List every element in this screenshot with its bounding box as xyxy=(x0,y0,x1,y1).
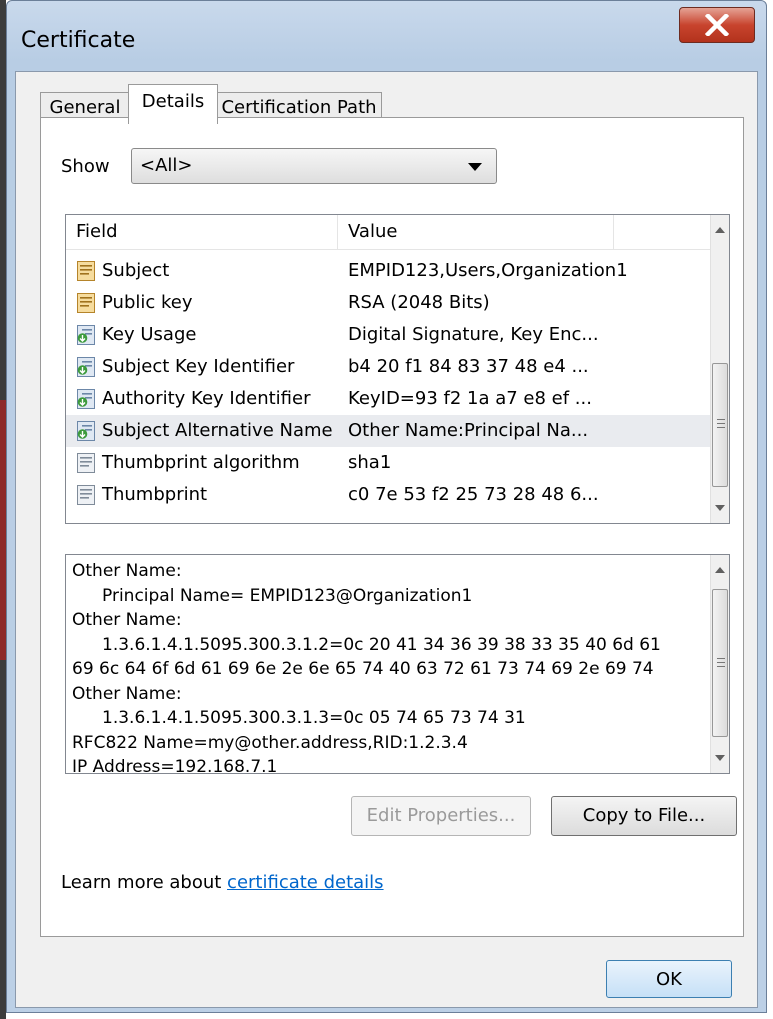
list-row-thumbprint-algorithm[interactable]: Thumbprint algorithm sha1 xyxy=(66,447,711,479)
fields-list[interactable]: Field Value Subject EMPID123,Users,Organ… xyxy=(65,214,730,524)
scrollbar-thumb[interactable] xyxy=(712,363,728,487)
certificate-dialog: Certificate General Details Certificatio… xyxy=(6,0,767,1013)
list-row-subject-key-identifier[interactable]: Subject Key Identifier b4 20 f1 84 83 37… xyxy=(66,351,711,383)
edit-properties-button[interactable]: Edit Properties... xyxy=(351,796,531,836)
detail-line: Other Name: xyxy=(72,610,182,630)
tab-general-label: General xyxy=(49,97,121,118)
certificate-field-icon xyxy=(77,293,95,313)
chevron-down-icon xyxy=(468,163,482,171)
scrollbar-thumb[interactable] xyxy=(712,589,728,737)
detail-line: RFC822 Name=my@other.address,RID:1.2.3.4 xyxy=(72,732,468,753)
show-dropdown[interactable]: <All> xyxy=(131,148,497,184)
detail-line: Principal Name= EMPID123@Organization1 xyxy=(102,585,473,606)
certificate-details-link[interactable]: certificate details xyxy=(227,872,384,893)
show-label: Show xyxy=(61,156,110,177)
scroll-up-arrow-icon[interactable] xyxy=(715,227,725,233)
field-name: Thumbprint algorithm xyxy=(102,452,300,473)
show-dropdown-value: <All> xyxy=(140,155,193,176)
field-name: Public key xyxy=(102,292,193,313)
details-panel: Show <All> Field Value Subject EMPID123,… xyxy=(40,117,744,937)
field-value: b4 20 f1 84 83 37 48 e4 ... xyxy=(348,356,589,377)
ok-button[interactable]: OK xyxy=(606,960,732,998)
property-icon xyxy=(77,485,95,505)
tab-details-label: Details xyxy=(141,91,205,112)
close-icon xyxy=(705,14,729,36)
grip-line xyxy=(717,427,725,428)
extension-icon xyxy=(77,325,95,345)
list-row-key-usage[interactable]: Key Usage Digital Signature, Key Enc... xyxy=(66,319,711,351)
list-row-subject[interactable]: Subject EMPID123,Users,Organization1 xyxy=(66,255,711,287)
tab-details[interactable]: Details xyxy=(128,84,218,124)
field-value: EMPID123,Users,Organization1 xyxy=(348,260,628,281)
field-value: RSA (2048 Bits) xyxy=(348,292,490,313)
field-name: Key Usage xyxy=(102,324,197,345)
copy-to-file-button[interactable]: Copy to File... xyxy=(551,796,737,836)
list-row-authority-key-identifier[interactable]: Authority Key Identifier KeyID=93 f2 1a … xyxy=(66,383,711,415)
field-value: c0 7e 53 f2 25 73 28 48 6... xyxy=(348,484,599,505)
column-header-field[interactable]: Field xyxy=(66,215,338,249)
learn-more-text: Learn more about certificate details xyxy=(61,872,384,893)
field-name: Subject xyxy=(102,260,170,281)
grip-line xyxy=(717,662,725,663)
scroll-down-arrow-icon[interactable] xyxy=(715,755,725,761)
field-value: KeyID=93 f2 1a a7 e8 ef ... xyxy=(348,388,592,409)
extension-icon xyxy=(77,357,95,377)
list-header: Field Value xyxy=(66,215,711,250)
window-title: Certificate xyxy=(21,28,136,53)
scroll-up-arrow-icon[interactable] xyxy=(715,567,725,573)
detail-line: 69 6c 64 6f 6d 61 69 6e 2e 6e 65 74 40 6… xyxy=(72,659,654,679)
extension-icon xyxy=(77,421,95,441)
detail-line: Other Name: xyxy=(72,561,182,581)
learn-more-prefix: Learn more about xyxy=(61,872,228,893)
list-row-thumbprint[interactable]: Thumbprint c0 7e 53 f2 25 73 28 48 6... xyxy=(66,479,711,511)
detail-line: Other Name: xyxy=(72,683,182,704)
field-name: Authority Key Identifier xyxy=(102,388,311,409)
property-icon xyxy=(77,453,95,473)
grip-line xyxy=(717,666,725,667)
grip-line xyxy=(717,423,725,424)
list-row-subject-alternative-name[interactable]: Subject Alternative Name Other Name:Prin… xyxy=(66,415,711,447)
column-header-value[interactable]: Value xyxy=(338,215,614,249)
close-button[interactable] xyxy=(679,7,755,43)
scroll-down-arrow-icon[interactable] xyxy=(715,505,725,511)
field-value: Digital Signature, Key Enc... xyxy=(348,324,599,345)
dialog-body: General Details Certification Path Show … xyxy=(15,71,758,1008)
extension-icon xyxy=(77,389,95,409)
detail-line: 1.3.6.1.4.1.5095.300.3.1.2=0c 20 41 34 3… xyxy=(102,634,661,655)
fields-list-scrollbar[interactable] xyxy=(710,215,729,523)
value-details-box[interactable]: Other Name: Principal Name= EMPID123@Org… xyxy=(65,554,730,774)
list-row-public-key[interactable]: Public key RSA (2048 Bits) xyxy=(66,287,711,319)
detail-line: IP Address=192.168.7.1 xyxy=(72,757,278,774)
tab-certification-path-label: Certification Path xyxy=(221,97,377,118)
field-name: Subject Alternative Name xyxy=(102,420,333,441)
field-value: sha1 xyxy=(348,452,392,473)
grip-line xyxy=(717,419,725,420)
field-name: Thumbprint xyxy=(102,484,208,505)
detail-line: 1.3.6.1.4.1.5095.300.3.1.3=0c 05 74 65 7… xyxy=(102,708,526,728)
value-details-text: Other Name: Principal Name= EMPID123@Org… xyxy=(72,559,700,774)
details-scrollbar[interactable] xyxy=(710,555,729,773)
field-name: Subject Key Identifier xyxy=(102,356,295,377)
field-value: Other Name:Principal Na... xyxy=(348,420,589,441)
grip-line xyxy=(717,658,725,659)
certificate-field-icon xyxy=(77,261,95,281)
